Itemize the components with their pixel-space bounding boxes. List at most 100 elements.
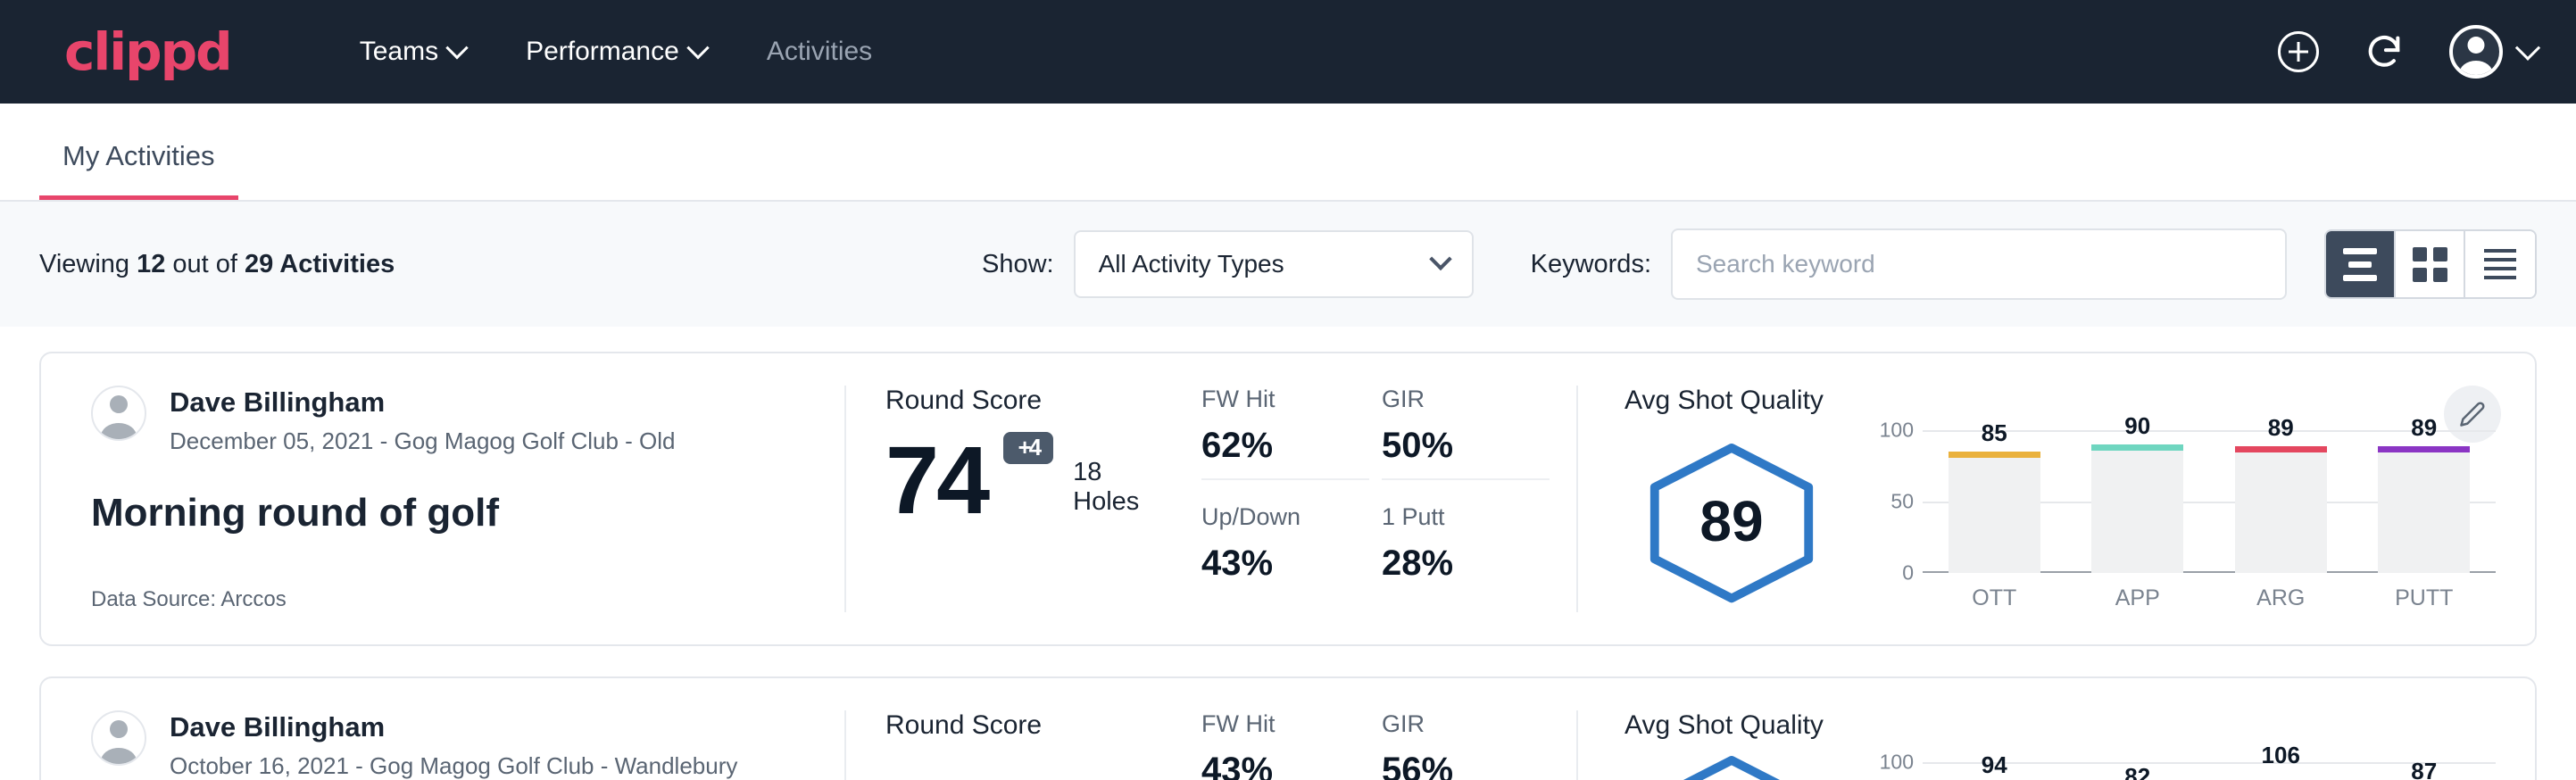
stat-label: FW Hit [1201,710,1369,738]
nav-item-activities[interactable]: Activities [736,28,902,76]
compact-view-button[interactable] [2465,231,2535,297]
chart-plot-area: 85 90 [1923,430,2496,573]
player-block: Dave Billingham December 05, 2021 - Gog … [91,386,794,455]
avatar [2449,25,2503,79]
x-label-putt: PUTT [2378,585,2470,611]
stat-gir: GIR 50% [1382,386,1550,480]
viewing-prefix: Viewing [39,250,137,278]
nav-item-label: Activities [767,37,872,67]
search-input[interactable] [1671,228,2287,300]
tab-my-activities[interactable]: My Activities [39,140,238,200]
view-toggle-group [2324,229,2537,299]
plus-circle-icon[interactable] [2278,31,2319,72]
header-actions [2278,25,2537,79]
pencil-icon [2459,401,2486,427]
shot-quality-block: Avg Shot Quality 100 [1576,710,2535,780]
bar-value: 82 [2124,763,2150,780]
viewing-total: 29 Activities [245,250,395,278]
holes-played: 18 Holes [1073,458,1166,524]
activity-type-select[interactable]: All Activity Types [1074,230,1474,298]
x-label-ott: OTT [1949,585,2040,611]
stat-up-down: Up/Down 43% [1201,503,1369,596]
bar-cap [2091,444,2183,451]
bar-value: 94 [1982,751,2007,779]
shot-quality-hexagon: 89 [1644,443,1819,600]
shot-quality-value: 89 [1644,443,1819,600]
main-nav: Teams Performance Activities [329,28,902,76]
y-tick-0: 0 [1902,561,1914,585]
bar-value: 89 [2411,414,2437,442]
stat-value: 43% [1201,751,1369,780]
round-score-block: Round Score 74 +4 18 Holes [844,386,1201,612]
avatar [91,710,146,766]
activity-meta: October 16, 2021 - Gog Magog Golf Club -… [170,752,737,780]
chart-y-axis: 100 [1860,762,1923,780]
avg-shot-quality-label: Avg Shot Quality [1625,710,2496,741]
viewing-count: 12 [137,250,165,278]
bar-value: 90 [2124,412,2150,440]
bar-value: 89 [2268,414,2294,442]
grid-view-button[interactable] [2396,231,2465,297]
chart-y-axis: 100 50 0 [1860,430,1923,573]
activity-card[interactable]: Dave Billingham December 05, 2021 - Gog … [39,352,2537,646]
grid-view-icon [2413,247,2447,282]
y-tick-50: 50 [1890,490,1914,514]
bar-fill [2091,444,2183,573]
avatar [91,386,146,441]
list-view-button[interactable] [2326,231,2396,297]
stat-value: 28% [1382,544,1550,584]
nav-item-teams[interactable]: Teams [329,28,495,76]
stat-value: 56% [1382,751,1550,780]
y-tick-100: 100 [1880,419,1914,443]
user-menu[interactable] [2449,25,2537,79]
round-score-label: Round Score [885,386,1166,416]
clippd-logo[interactable]: clippd [64,26,231,78]
shot-quality-block: Avg Shot Quality 89 100 50 0 [1576,386,2535,612]
app-header: clippd Teams Performance Activities [0,0,2576,104]
bar-fill [2235,446,2327,573]
bar-cap [2378,446,2470,452]
activity-list: Dave Billingham December 05, 2021 - Gog … [0,327,2576,780]
bar-cap [1949,452,2040,458]
activity-type-value: All Activity Types [1099,250,1284,278]
stat-value: 50% [1382,426,1550,466]
activity-title: Morning round of golf [91,491,794,535]
bar-app: 90 [2091,430,2183,573]
viewing-count-text: Viewing 12 out of 29 Activities [39,250,395,279]
round-score-value: 74 +4 [885,436,987,524]
round-stats: FW Hit 43% GIR 56% [1201,710,1576,780]
round-score-block: Round Score [844,710,1201,780]
stat-label: GIR [1382,386,1550,413]
stat-label: Up/Down [1201,503,1369,531]
filter-bar: Viewing 12 out of 29 Activities Show: Al… [0,202,2576,327]
bar-value: 106 [2262,742,2300,769]
bar-putt: 87 [2378,762,2470,780]
player-name: Dave Billingham [170,386,676,420]
chart-bars: 85 90 [1923,430,2496,573]
stat-gir: GIR 56% [1382,710,1550,780]
bar-app: 82 [2091,762,2183,780]
chart-x-axis: OTT APP ARG PUTT [1923,585,2496,611]
activity-card[interactable]: Dave Billingham October 16, 2021 - Gog M… [39,676,2537,780]
keywords-label: Keywords: [1531,250,1651,279]
activity-info: Dave Billingham October 16, 2021 - Gog M… [41,710,844,780]
bar-ott: 94 [1949,762,2040,780]
refresh-icon[interactable] [2364,31,2405,72]
compact-view-icon [2484,249,2516,279]
bar-value: 85 [1982,419,2007,447]
chevron-down-icon [2515,36,2540,61]
bar-arg: 89 [2235,430,2327,573]
nav-item-performance[interactable]: Performance [495,28,736,76]
stat-fw-hit: FW Hit 43% [1201,710,1369,780]
avg-shot-quality-label: Avg Shot Quality [1625,386,2496,416]
bar-arg: 106 [2235,762,2327,780]
bar-fill [2378,446,2470,573]
stat-fw-hit: FW Hit 62% [1201,386,1369,480]
y-tick-100: 100 [1880,751,1914,775]
show-label: Show: [982,250,1054,279]
chevron-down-icon [1429,248,1451,270]
round-stats: FW Hit 62% GIR 50% Up/Down 43% 1 Putt 28… [1201,386,1576,612]
bar-ott: 85 [1949,430,2040,573]
x-label-app: APP [2091,585,2183,611]
nav-item-label: Teams [360,37,438,67]
